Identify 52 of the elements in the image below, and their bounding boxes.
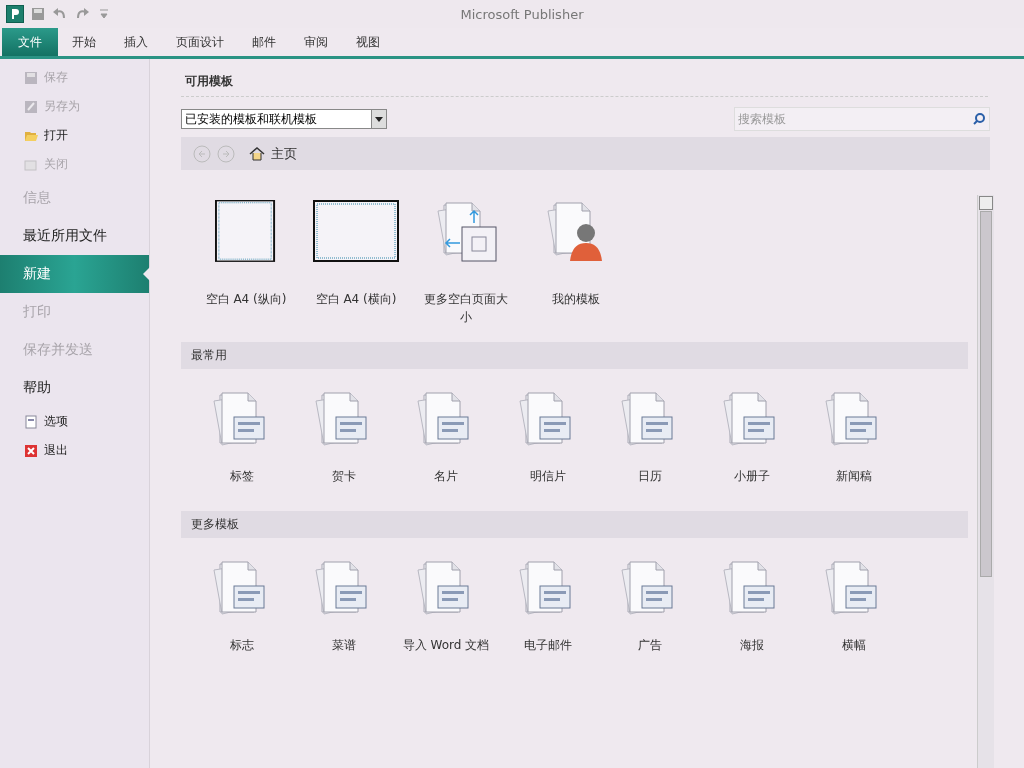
caret-icon[interactable] (371, 110, 386, 128)
save-icon (24, 70, 38, 85)
ribbon-tab[interactable]: 开始 (58, 28, 110, 56)
template-label[interactable]: 标志 (196, 636, 288, 672)
template-label[interactable]: 小册子 (706, 467, 798, 503)
template-label[interactable]: 名片 (400, 467, 492, 503)
ribbon-tab[interactable]: 文件 (2, 28, 58, 56)
save-as-icon (24, 99, 38, 114)
template-source-dropdown[interactable]: 已安装的模板和联机模板 (181, 109, 387, 129)
blank-page-icon[interactable] (313, 200, 399, 262)
template-label[interactable]: 明信片 (502, 467, 594, 503)
breadcrumb-link[interactable]: 主页 (271, 144, 297, 163)
template-label[interactable]: 空白 A4 (纵向) (200, 290, 292, 326)
close-icon (24, 157, 38, 172)
ribbon-tab[interactable]: 插入 (110, 28, 162, 56)
window-title: Microsoft Publisher (460, 6, 584, 22)
menu-item[interactable]: 打开 (0, 121, 149, 150)
template-label[interactable]: 电子邮件 (502, 636, 594, 672)
back-icon[interactable] (193, 144, 211, 163)
menu-item[interactable]: 选项 (0, 407, 149, 436)
menu-item[interactable]: 最近所用文件 (0, 217, 149, 255)
ribbon-tab[interactable]: 邮件 (238, 28, 290, 56)
template-label[interactable]: 新闻稿 (808, 467, 900, 503)
save-icon[interactable] (30, 6, 46, 22)
menu-item[interactable]: 新建 (0, 255, 149, 293)
scrollbar[interactable] (977, 195, 994, 768)
template-label[interactable]: 菜谱 (298, 636, 390, 672)
section-heading: 可用模板 (181, 59, 988, 97)
template-label[interactable]: 广告 (604, 636, 696, 672)
home-icon[interactable] (249, 145, 265, 162)
ribbon-tab[interactable]: 页面设计 (162, 28, 238, 56)
template-label[interactable]: 海报 (706, 636, 798, 672)
template-label[interactable]: 横幅 (808, 636, 900, 672)
template-label[interactable]: 日历 (604, 467, 696, 503)
menu-item[interactable]: 退出 (0, 436, 149, 465)
search-icon[interactable] (972, 112, 986, 126)
template-label[interactable]: 标签 (196, 467, 288, 503)
ribbon-tab[interactable]: 审阅 (290, 28, 342, 56)
template-label[interactable]: 我的模板 (530, 290, 622, 326)
template-label[interactable]: 贺卡 (298, 467, 390, 503)
search-field[interactable]: 搜索模板 (734, 107, 990, 131)
template-label[interactable]: 更多空白页面大小 (420, 290, 512, 326)
ribbon-tab[interactable]: 视图 (342, 28, 394, 56)
category-header: 更多模板 (181, 511, 968, 538)
options-icon (24, 414, 38, 429)
exit-icon (24, 443, 38, 458)
category-header: 最常用 (181, 342, 968, 369)
app-logo-icon[interactable] (6, 5, 24, 23)
menu-item[interactable]: 帮助 (0, 369, 149, 407)
template-label[interactable]: 空白 A4 (横向) (310, 290, 402, 326)
forward-icon[interactable] (217, 144, 235, 163)
template-label[interactable]: 导入 Word 文档 (400, 636, 492, 672)
